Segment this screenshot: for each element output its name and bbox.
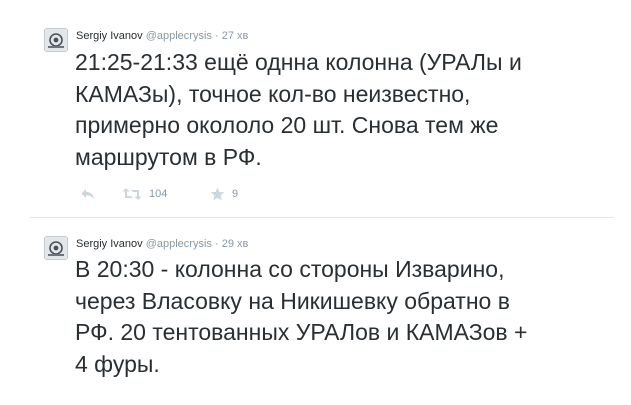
avatar-image-icon — [45, 237, 67, 259]
tweet-divider — [30, 217, 614, 218]
retweet-icon — [122, 188, 142, 200]
retweet-count: 104 — [149, 188, 168, 200]
author-fullname[interactable]: Sergiy Ivanov — [76, 238, 143, 250]
tweet[interactable]: Sergiy Ivanov @applecrysis · 29 хв В 20:… — [0, 219, 631, 405]
tweet-timestamp[interactable]: 27 хв — [222, 30, 249, 42]
tweet-header: Sergiy Ivanov @applecrysis · 27 хв — [76, 29, 248, 43]
tweet-text: 21:25-21:33 ещё однна колонна (УРАЛы и К… — [75, 49, 522, 170]
reply-button[interactable] — [80, 184, 96, 204]
tweet[interactable]: Sergiy Ivanov @applecrysis · 27 хв 21:25… — [0, 0, 631, 218]
header-separator: · — [214, 30, 219, 42]
favorite-count: 9 — [232, 188, 239, 200]
avatar[interactable] — [44, 236, 68, 260]
tweet-header: Sergiy Ivanov @applecrysis · 29 хв — [76, 237, 248, 251]
favorite-button[interactable]: 9 — [210, 184, 238, 204]
author-fullname[interactable]: Sergiy Ivanov — [76, 30, 143, 42]
tweet-text: В 20:30 - колонна со стороны Изварино, ч… — [75, 256, 528, 377]
retweet-button[interactable]: 104 — [122, 184, 167, 204]
avatar[interactable] — [44, 28, 68, 52]
avatar-image-icon — [45, 29, 67, 51]
tweet-timestamp[interactable]: 29 хв — [222, 238, 249, 250]
author-handle[interactable]: @applecrysis — [146, 238, 212, 250]
author-handle[interactable]: @applecrysis — [146, 30, 212, 42]
star-icon — [210, 187, 225, 201]
reply-icon — [81, 189, 94, 199]
header-separator: · — [214, 238, 219, 250]
